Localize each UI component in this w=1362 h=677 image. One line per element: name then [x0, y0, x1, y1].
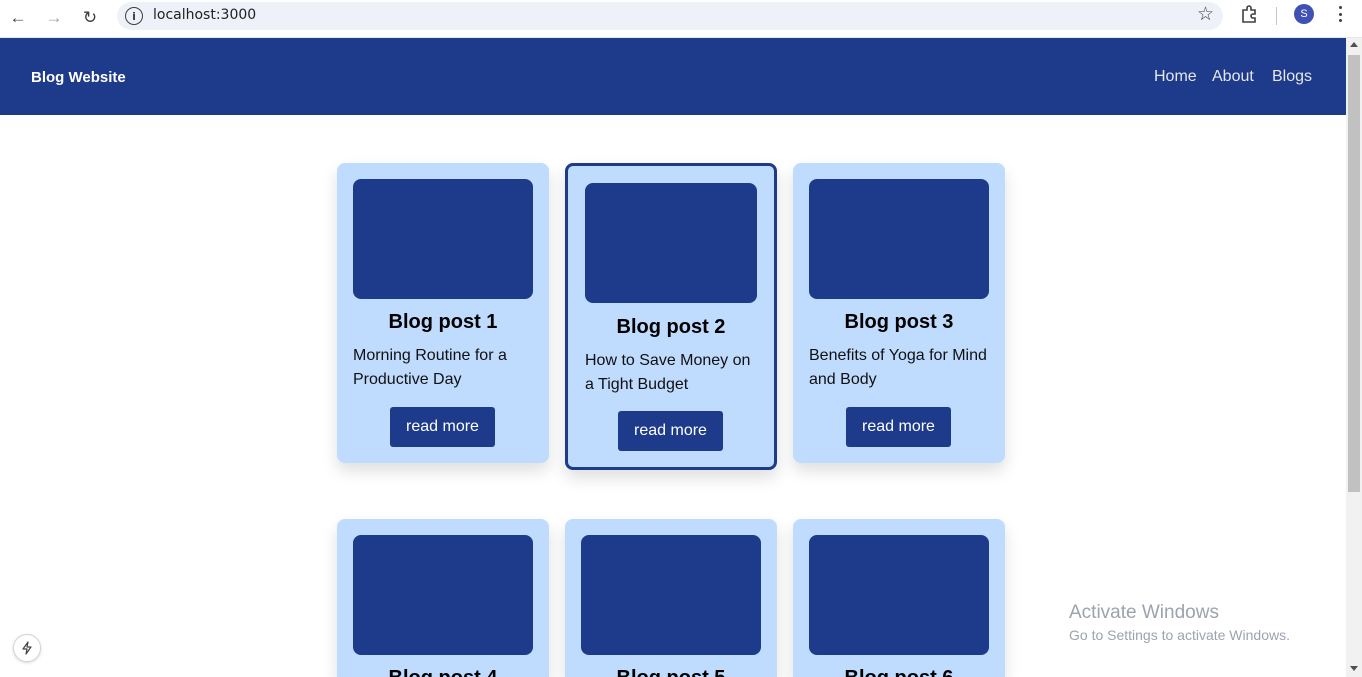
browser-toolbar: ← → ↻ i localhost:3000 ☆ S	[0, 0, 1362, 38]
blog-card-image	[809, 179, 989, 299]
scroll-down-arrow-icon[interactable]	[1350, 666, 1358, 671]
nav-about[interactable]: About	[1212, 68, 1254, 86]
nav-home[interactable]: Home	[1154, 68, 1197, 86]
bookmark-star-icon[interactable]: ☆	[1197, 3, 1214, 26]
read-more-button[interactable]: read more	[390, 407, 495, 447]
blog-card-description: Benefits of Yoga for Mind and Body	[809, 347, 987, 388]
blog-card-image	[809, 535, 989, 655]
blog-card-image	[353, 535, 533, 655]
blog-card-image	[581, 535, 761, 655]
windows-activation-watermark: Activate Windows Go to Settings to activ…	[1069, 602, 1290, 643]
extensions-icon[interactable]	[1240, 4, 1260, 24]
site-header: Blog Website Home About Blogs	[0, 38, 1346, 115]
scrollbar-thumb[interactable]	[1348, 55, 1360, 492]
blog-card-image	[353, 179, 533, 299]
toolbar-divider	[1276, 7, 1277, 25]
watermark-title: Activate Windows	[1069, 602, 1219, 623]
blog-card-image	[585, 183, 757, 303]
page-scrollbar[interactable]	[1346, 38, 1362, 677]
blog-card-description: How to Save Money on a Tight Budget	[585, 352, 751, 393]
back-icon[interactable]: ←	[5, 5, 31, 31]
forward-icon[interactable]: →	[41, 5, 67, 31]
blog-card-title: Blog post 2	[616, 316, 726, 338]
blog-card-title: Blog post 1	[388, 311, 498, 333]
blog-card: Blog post 6	[793, 519, 1005, 677]
brand-logo[interactable]: Blog Website	[31, 69, 126, 86]
blog-card-title: Blog post 3	[844, 311, 954, 333]
blog-card: Blog post 5	[565, 519, 777, 677]
nav-blogs[interactable]: Blogs	[1272, 68, 1312, 86]
blog-card: Blog post 4	[337, 519, 549, 677]
blog-card-active: Blog post 2 How to Save Money on a Tight…	[565, 163, 777, 470]
site-info-icon[interactable]: i	[125, 7, 143, 25]
blog-card: Blog post 3 Benefits of Yoga for Mind an…	[793, 163, 1005, 463]
read-more-button[interactable]: read more	[846, 407, 951, 447]
watermark-subtitle: Go to Settings to activate Windows.	[1069, 627, 1290, 643]
blog-card-title: Blog post 5	[565, 667, 777, 677]
profile-avatar[interactable]: S	[1294, 4, 1314, 24]
blog-card-title: Blog post 6	[793, 667, 1005, 677]
url-text[interactable]: localhost:3000	[153, 7, 256, 23]
reload-icon[interactable]: ↻	[77, 5, 103, 31]
blog-card: Blog post 1 Morning Routine for a Produc…	[337, 163, 549, 463]
address-bar[interactable]: i localhost:3000 ☆	[117, 2, 1223, 30]
lightning-bolt-icon[interactable]	[13, 634, 41, 662]
blog-card-title: Blog post 4	[337, 667, 549, 677]
scroll-up-arrow-icon[interactable]	[1350, 42, 1358, 47]
blog-card-description: Morning Routine for a Productive Day	[353, 347, 507, 388]
read-more-button[interactable]: read more	[618, 411, 723, 451]
browser-menu-icon[interactable]	[1332, 4, 1348, 24]
